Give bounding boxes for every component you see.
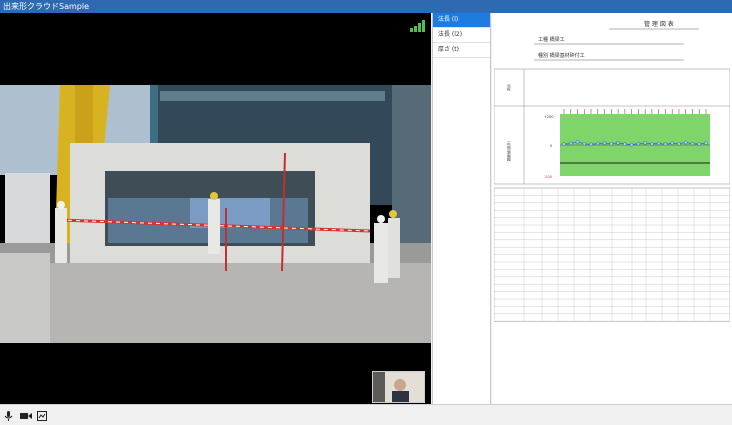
data-point bbox=[663, 142, 668, 147]
data-point bbox=[697, 142, 702, 146]
data-point bbox=[616, 141, 620, 145]
data-point bbox=[602, 141, 607, 145]
data-point bbox=[562, 142, 566, 147]
measurement-item-list: 法長 (l) 法長 (l2) 厚さ (t) bbox=[432, 13, 491, 404]
data-point bbox=[677, 141, 681, 146]
data-point bbox=[589, 142, 593, 147]
document-title: 管 理 図 表 bbox=[644, 20, 674, 28]
data-point bbox=[629, 142, 634, 147]
window-title-bar: 出来形クラウドSample bbox=[0, 0, 732, 13]
data-point bbox=[596, 141, 600, 146]
screen-capture-icon[interactable] bbox=[37, 406, 47, 425]
side-label-2: 図面値(設計) bbox=[506, 140, 511, 161]
data-point bbox=[643, 141, 647, 145]
data-point bbox=[575, 140, 580, 144]
control-chart-document: 管 理 図 表 工種 橋梁工 種別 橋梁基材砕付工 測点 図面値(設計) +20… bbox=[494, 20, 730, 322]
app-title: 出来形クラウドSample bbox=[3, 2, 89, 11]
signal-strength-icon bbox=[410, 17, 426, 32]
data-point bbox=[623, 142, 627, 146]
sub-type: 種別 橋梁基材砕付工 bbox=[538, 52, 585, 59]
data-point bbox=[656, 141, 661, 146]
list-item[interactable]: 厚さ (t) bbox=[433, 43, 490, 58]
list-item[interactable]: 法長 (l) bbox=[433, 13, 490, 28]
y-tick-bottom: -200 bbox=[544, 175, 552, 179]
site-video-image bbox=[0, 85, 431, 343]
side-label-1: 測点 bbox=[506, 84, 511, 91]
y-tick-top: +200 bbox=[544, 115, 554, 119]
y-tick-mid: 0 bbox=[550, 144, 552, 148]
data-point bbox=[568, 141, 573, 146]
data-point bbox=[636, 141, 641, 146]
video-feed[interactable] bbox=[0, 13, 431, 404]
data-point bbox=[582, 141, 587, 146]
data-point bbox=[690, 141, 695, 146]
work-type: 工種 橋梁工 bbox=[538, 36, 565, 43]
data-point bbox=[650, 142, 654, 146]
camera-icon[interactable] bbox=[20, 406, 32, 425]
bottom-toolbar bbox=[0, 404, 732, 421]
microphone-icon[interactable] bbox=[4, 406, 13, 425]
self-view-video[interactable] bbox=[372, 371, 425, 403]
document-viewer: 管 理 図 表 工種 橋梁工 種別 橋梁基材砕付工 測点 図面値(設計) +20… bbox=[492, 13, 732, 404]
data-point bbox=[670, 141, 674, 146]
data-point bbox=[609, 141, 614, 146]
data-point bbox=[704, 141, 708, 145]
data-point bbox=[683, 140, 688, 145]
list-item[interactable]: 法長 (l2) bbox=[433, 28, 490, 43]
